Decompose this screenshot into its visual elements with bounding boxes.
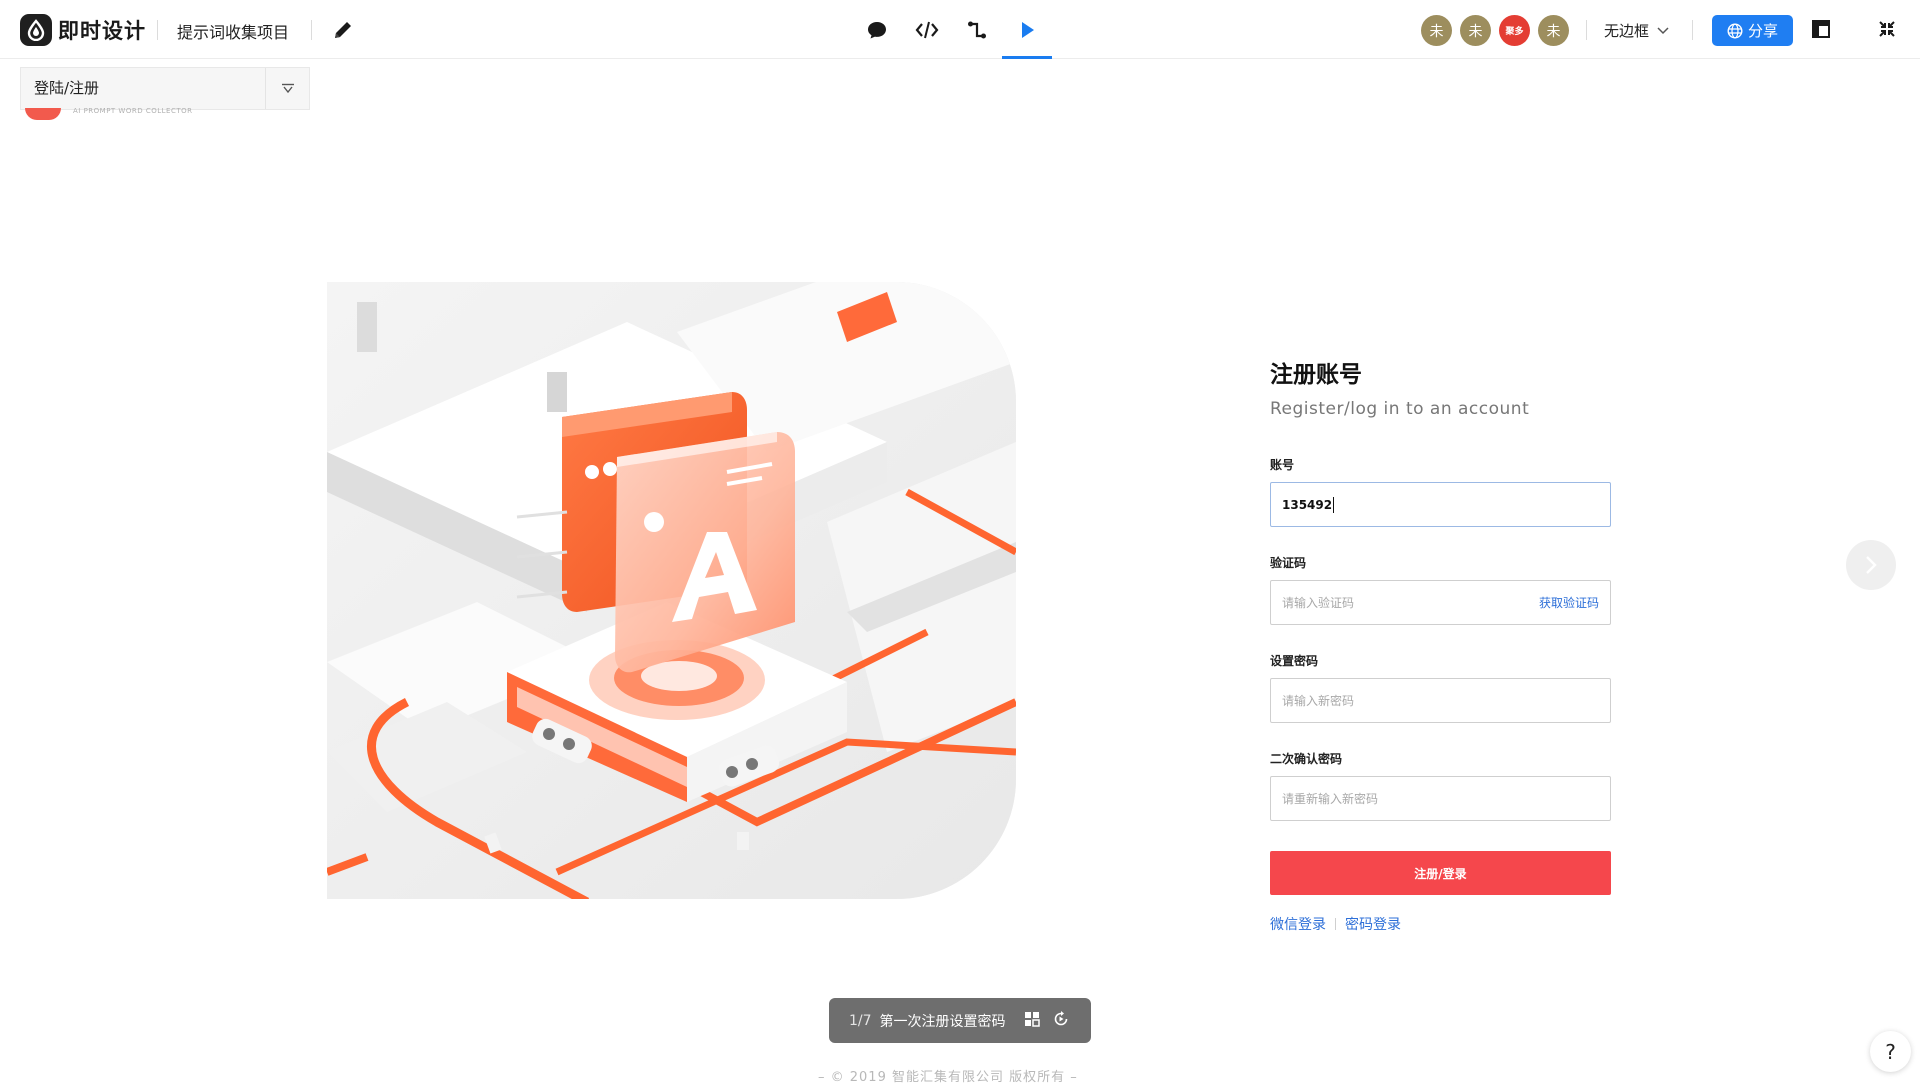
avatar[interactable]: 聚多 [1499,15,1530,46]
replay-icon[interactable] [1052,1010,1070,1032]
collaborator-avatars: 未 未 聚多 未 [1421,15,1569,46]
tool-connector[interactable] [952,0,1002,59]
hero-illustration [327,282,1016,899]
password-placeholder: 请输入新密码 [1282,694,1355,708]
form-subtitle: Register/log in to an account [1270,399,1530,419]
divider [311,20,312,40]
brand-tagline: AI PROMPT WORD COLLECTOR [73,107,193,115]
prototype-step-bar[interactable]: 1/7 第一次注册设置密码 [829,998,1091,1043]
next-page-button[interactable] [1846,540,1896,590]
submit-button[interactable]: 注册/登录 [1270,851,1611,895]
account-label: 账号 [1270,458,1295,472]
alt-login-links: 微信登录 密码登录 [1270,914,1401,934]
play-icon [1022,21,1034,38]
share-label: 分享 [1747,22,1778,40]
password-label: 设置密码 [1270,654,1319,668]
chevron-right-icon [1866,556,1877,574]
tool-play[interactable] [1002,0,1052,59]
copyright-text: – © 2019 智能汇集有限公司 版权所有 – [818,1070,1078,1085]
account-input[interactable]: 135492 [1270,482,1611,527]
page-selector-label: 登陆/注册 [34,79,100,97]
frame-mode-dropdown[interactable]: 无边框 [1604,20,1669,41]
code-placeholder: 请输入验证码 [1282,596,1355,610]
confirm-password-input[interactable]: 请重新输入新密码 [1270,776,1611,821]
project-name[interactable]: 提示词收集项目 [177,19,289,43]
divider [1335,918,1336,930]
connector-icon [968,21,986,38]
avatar[interactable]: 未 [1538,15,1569,46]
password-input[interactable]: 请输入新密码 [1270,678,1611,723]
confirm-password-label: 二次确认密码 [1270,752,1343,766]
avatar[interactable]: 未 [1421,15,1452,46]
center-tools [852,0,1052,59]
frame-mode-label: 无边框 [1604,22,1650,40]
password-login-link[interactable]: 密码登录 [1345,914,1401,934]
tool-code[interactable] [902,0,952,59]
account-value: 135492 [1282,497,1333,512]
step-count: 1/7 [849,1012,872,1029]
share-button[interactable]: 分享 [1712,15,1793,46]
brand-logo-peek [25,108,61,120]
divider [1692,20,1693,40]
comment-icon [868,21,886,38]
divider [157,20,158,40]
form-title: 注册账号 [1270,362,1362,388]
layout-icon[interactable] [1811,19,1831,43]
top-toolbar: 即时设计 提示词收集项目 未 未 聚多 未 无边框 分享 [0,0,1920,59]
edit-pencil-icon[interactable] [331,18,355,42]
logo-drop-icon [20,14,52,46]
divider [1586,20,1587,40]
code-input[interactable]: 请输入验证码 获取验证码 [1270,580,1611,625]
wechat-login-link[interactable]: 微信登录 [1270,914,1326,934]
confirm-password-placeholder: 请重新输入新密码 [1282,792,1379,806]
globe-icon [1727,22,1743,39]
chevron-down-icon [1657,26,1669,34]
text-caret [1333,496,1335,513]
page-selector-toggle[interactable] [265,68,309,109]
page-selector[interactable]: 登陆/注册 [20,67,310,110]
avatar[interactable]: 未 [1460,15,1491,46]
app-logo[interactable]: 即时设计 [20,14,146,46]
code-icon [915,21,939,38]
collapse-icon[interactable] [1877,19,1897,43]
app-name: 即时设计 [58,19,146,43]
grid-icon[interactable] [1024,1011,1040,1031]
chevron-down-icon [281,83,294,93]
step-title: 第一次注册设置密码 [879,1013,1006,1030]
get-code-button[interactable]: 获取验证码 [1539,594,1599,611]
tool-comment[interactable] [852,0,902,59]
code-label: 验证码 [1270,556,1307,570]
help-button[interactable]: ? [1870,1031,1911,1072]
